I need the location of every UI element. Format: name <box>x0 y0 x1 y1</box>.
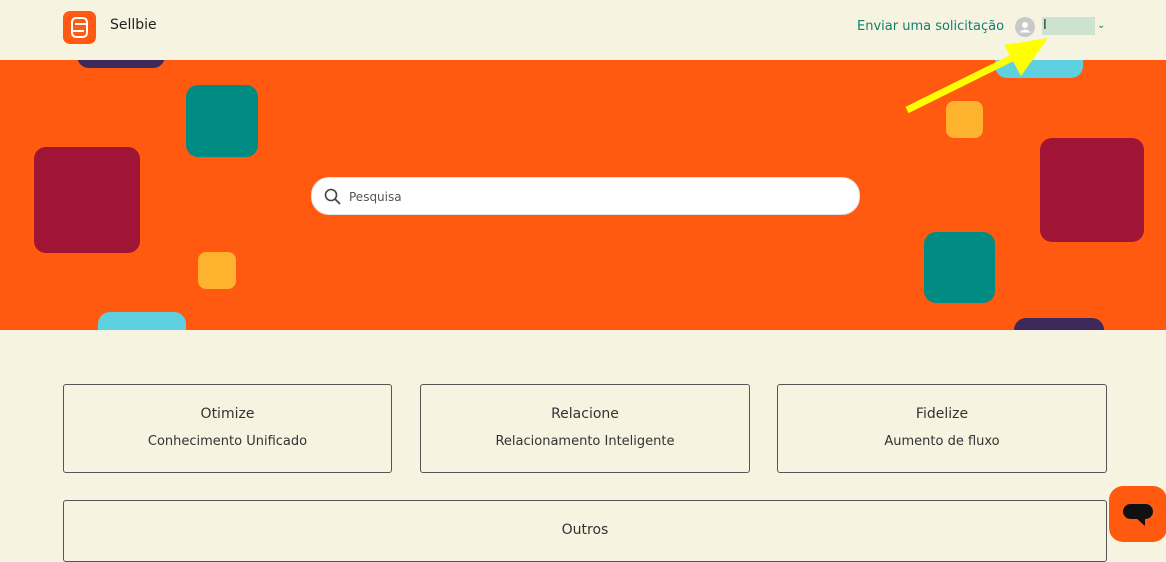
brand-name: Sellbie <box>110 17 157 33</box>
chat-icon <box>1123 504 1153 526</box>
search-icon <box>324 188 341 205</box>
search-bar[interactable] <box>311 177 860 216</box>
decor-square <box>995 60 1083 78</box>
decor-square <box>34 147 140 253</box>
category-card-otimize[interactable]: Otimize Conhecimento Unificado <box>63 384 392 473</box>
card-title: Otimize <box>200 406 255 422</box>
decor-square <box>77 60 165 68</box>
sellbie-logo-icon[interactable] <box>63 11 96 44</box>
decor-square <box>1040 138 1144 242</box>
card-subtitle: Aumento de fluxo <box>884 434 1000 449</box>
card-subtitle: Relacionamento Inteligente <box>495 434 675 449</box>
chevron-down-icon[interactable]: ⌄ <box>1097 20 1105 31</box>
user-name[interactable]: I <box>1042 17 1095 35</box>
category-card-relacione[interactable]: Relacione Relacionamento Inteligente <box>420 384 750 473</box>
card-title: Fidelize <box>915 406 969 422</box>
hero-banner <box>0 60 1166 330</box>
category-card-fidelize[interactable]: Fidelize Aumento de fluxo <box>777 384 1107 473</box>
decor-square <box>1014 318 1104 330</box>
decor-square <box>186 85 258 157</box>
category-card-outros[interactable]: Outros <box>63 500 1107 562</box>
decor-square <box>198 252 236 289</box>
card-subtitle: Conhecimento Unificado <box>147 434 308 449</box>
card-title: Outros <box>561 522 609 538</box>
chat-button[interactable] <box>1109 486 1166 542</box>
submit-request-link[interactable]: Enviar uma solicitação <box>857 19 1004 34</box>
user-avatar-icon[interactable] <box>1015 17 1035 37</box>
card-title: Relacione <box>551 406 619 422</box>
decor-square <box>924 232 995 303</box>
decor-square <box>946 101 983 138</box>
top-header: Sellbie Enviar uma solicitação I ⌄ <box>0 0 1166 60</box>
search-input[interactable] <box>347 178 851 216</box>
decor-square <box>98 312 186 330</box>
